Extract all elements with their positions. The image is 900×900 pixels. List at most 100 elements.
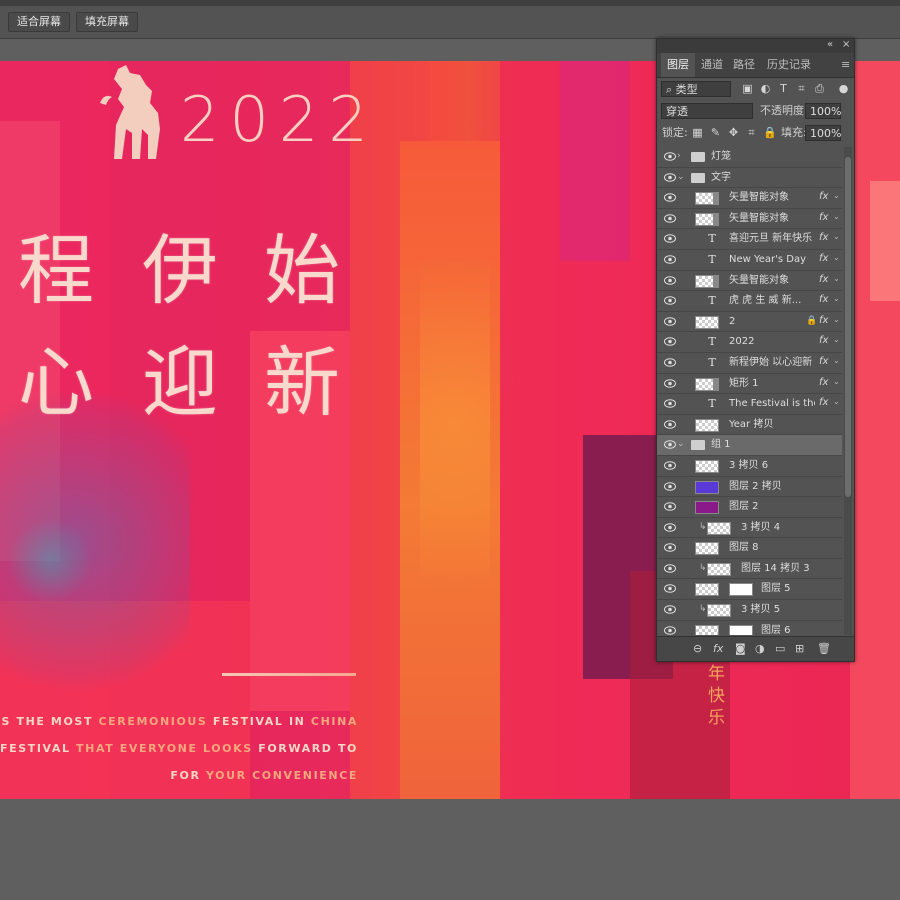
filter-kind-select[interactable]: ⌕ 类型 [661, 81, 731, 97]
eye-icon[interactable] [664, 193, 676, 202]
layers-list[interactable]: › 灯笼 ⌄ 文字 矢量智能对象 fx ⌄ 矢量智能对象 fx ⌄ T 喜迎元旦 新年快乐 fx ⌄ T Ne… [657, 147, 842, 635]
tab-channels[interactable]: 通道 [695, 53, 729, 77]
lock-transparent-icon[interactable]: ▦ [691, 126, 704, 139]
layer-name[interactable]: The Festival is the ... [729, 397, 815, 411]
layer-name[interactable]: 矢量智能对象 [729, 212, 789, 226]
layer-name[interactable]: 3 拷贝 5 [741, 603, 780, 617]
eye-icon[interactable] [664, 152, 676, 161]
layer-name[interactable]: 灯笼 [711, 150, 731, 164]
blend-mode-select[interactable]: 穿透 [661, 103, 753, 119]
filter-adjustment-icon[interactable]: ◐ [759, 82, 772, 95]
layer-row[interactable]: 矢量智能对象 fx ⌄ [657, 188, 842, 209]
filter-smart-icon[interactable]: ⎙ [813, 82, 826, 95]
tab-layers[interactable]: 图层 [661, 53, 695, 77]
layer-name[interactable]: 图层 14 拷贝 3 [741, 562, 810, 576]
eye-icon[interactable] [664, 564, 676, 573]
layer-name[interactable]: New Year's Day [729, 253, 806, 267]
fx-badge-icon[interactable]: fx [819, 274, 828, 285]
link-layers-icon[interactable]: ⊖ [693, 642, 702, 655]
fx-badge-icon[interactable]: fx [819, 315, 828, 326]
layer-row[interactable]: ⌄ 文字 [657, 168, 842, 189]
eye-icon[interactable] [664, 625, 676, 635]
eye-icon[interactable] [664, 440, 676, 450]
layers-scrollbar[interactable] [844, 147, 852, 635]
layer-row[interactable]: ↳ 3 拷贝 5 [657, 600, 842, 621]
layer-row[interactable]: › 灯笼 [657, 147, 842, 168]
expand-caret-icon[interactable]: ⌄ [677, 439, 685, 449]
tab-paths[interactable]: 路径 [727, 53, 761, 77]
layer-row[interactable]: Year 拷贝 [657, 415, 842, 436]
fx-badge-icon[interactable]: fx [819, 212, 828, 223]
layer-name[interactable]: 组 1 [711, 438, 731, 452]
fill-input[interactable]: 100% [805, 125, 841, 141]
close-icon[interactable]: × [842, 39, 850, 50]
layer-row[interactable]: 图层 5 [657, 579, 842, 601]
fx-badge-icon[interactable]: fx [819, 356, 828, 367]
filter-pixel-icon[interactable]: ▣ [741, 82, 754, 95]
new-layer-icon[interactable]: ⊞ [795, 642, 804, 655]
panel-menu-icon[interactable]: ≡ [835, 53, 856, 77]
lock-move-icon[interactable]: ✥ [727, 126, 740, 139]
panel-titlebar[interactable]: « × [657, 39, 854, 53]
layer-name[interactable]: Year 拷贝 [729, 418, 773, 432]
layer-name[interactable]: 文字 [711, 171, 731, 185]
layer-row[interactable]: T New Year's Day fx ⌄ [657, 250, 842, 271]
layer-row[interactable]: 矢量智能对象 fx ⌄ [657, 271, 842, 292]
fx-expand-icon[interactable]: ⌄ [833, 191, 840, 200]
layer-row[interactable]: T 喜迎元旦 新年快乐 fx ⌄ [657, 229, 842, 250]
eye-icon[interactable] [664, 255, 676, 264]
add-mask-icon[interactable]: ◙ [735, 642, 746, 655]
layer-name[interactable]: 虎 虎 生 威 新... [729, 294, 801, 308]
layer-row[interactable]: 图层 2 拷贝 [657, 477, 842, 498]
layer-name[interactable]: 矢量智能对象 [729, 191, 789, 205]
layer-row[interactable]: ↳ 3 拷贝 4 [657, 518, 842, 539]
fx-icon[interactable]: fx [713, 642, 723, 655]
layer-row[interactable]: ⌄ 组 1 [657, 435, 842, 456]
layer-row[interactable]: 图层 2 [657, 497, 842, 518]
opacity-input[interactable]: 100% [805, 103, 841, 119]
fx-badge-icon[interactable]: fx [819, 294, 828, 305]
scrollbar-thumb[interactable] [845, 157, 851, 497]
fx-badge-icon[interactable]: fx [819, 232, 828, 243]
fx-expand-icon[interactable]: ⌄ [833, 294, 840, 303]
eye-icon[interactable] [664, 419, 676, 429]
delete-layer-icon[interactable]: 🗑 [817, 642, 831, 655]
eye-icon[interactable] [664, 172, 676, 182]
layer-name[interactable]: 图层 6 [761, 624, 791, 635]
fx-expand-icon[interactable]: ⌄ [833, 356, 840, 365]
layer-row[interactable]: 矩形 1 fx ⌄ [657, 374, 842, 395]
layer-row[interactable]: 矢量智能对象 fx ⌄ [657, 209, 842, 230]
layer-name[interactable]: 图层 5 [761, 582, 791, 596]
layer-name[interactable]: 喜迎元旦 新年快乐 [729, 232, 812, 246]
fx-expand-icon[interactable]: ⌄ [833, 397, 840, 406]
layer-row[interactable]: 3 拷贝 6 [657, 456, 842, 477]
layer-name[interactable]: 3 拷贝 4 [741, 521, 780, 535]
layer-name[interactable]: 图层 8 [729, 541, 759, 555]
fx-expand-icon[interactable]: ⌄ [833, 274, 840, 283]
layer-row[interactable]: T The Festival is the ... fx ⌄ [657, 394, 842, 415]
eye-icon[interactable] [664, 502, 676, 511]
fit-screen-button[interactable]: 适合屏幕 [8, 12, 70, 32]
filter-shape-icon[interactable]: ⌗ [795, 82, 808, 95]
fx-expand-icon[interactable]: ⌄ [833, 315, 840, 324]
eye-icon[interactable] [664, 316, 676, 326]
layers-panel[interactable]: « × 图层 通道 路径 历史记录 ≡ ⌕ 类型 ▣ ◐ T ⌗ ⎙ ● 穿透 … [656, 38, 855, 662]
eye-icon[interactable] [664, 275, 676, 285]
layer-name[interactable]: 新程伊始 以心迎新 [729, 356, 812, 370]
adjustment-layer-icon[interactable]: ◑ [755, 642, 765, 655]
collapse-icon[interactable]: « [827, 39, 833, 50]
layer-mask-thumbnail[interactable] [729, 624, 753, 635]
expand-caret-icon[interactable]: ⌄ [677, 172, 685, 182]
fx-badge-icon[interactable]: fx [819, 253, 828, 264]
lock-artboard-icon[interactable]: ⌗ [745, 126, 758, 139]
layer-name[interactable]: 矢量智能对象 [729, 274, 789, 288]
new-group-icon[interactable]: ▭ [775, 642, 785, 655]
eye-icon[interactable] [664, 605, 676, 614]
expand-caret-icon[interactable]: › [677, 151, 681, 161]
fx-badge-icon[interactable]: fx [819, 335, 828, 346]
layer-name[interactable]: 2 [729, 315, 735, 329]
eye-icon[interactable] [664, 234, 676, 244]
layer-row[interactable]: T 2022 fx ⌄ [657, 332, 842, 353]
layer-row[interactable]: T 虎 虎 生 威 新... fx ⌄ [657, 291, 842, 312]
filter-toggle-icon[interactable]: ● [837, 82, 850, 95]
